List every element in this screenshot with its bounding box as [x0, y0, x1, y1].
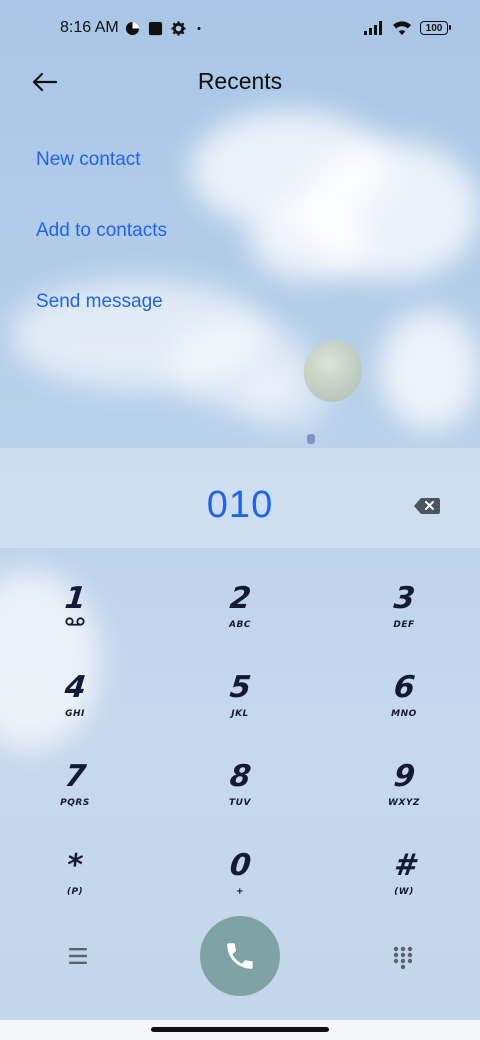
key-digit: * [65, 848, 85, 883]
navigation-bar [0, 1020, 480, 1040]
wifi-icon [393, 21, 411, 35]
send-message-option[interactable]: Send message [36, 270, 167, 341]
battery-level: 100 [425, 22, 443, 34]
key-6[interactable]: 6 MNO [344, 670, 464, 751]
key-7[interactable]: 7 PQRS [15, 759, 135, 840]
key-letters: PQRS [60, 798, 90, 808]
signal-icon [364, 21, 382, 35]
key-letters: JKL [231, 709, 249, 719]
recents-menu: New contact Add to contacts Send message [36, 128, 167, 341]
key-digit: 6 [391, 670, 417, 705]
dialpad-icon[interactable] [392, 945, 414, 971]
status-time: 8:16 AM [60, 19, 119, 36]
key-letters: WXYZ [388, 798, 420, 808]
dot-icon [197, 26, 201, 30]
key-letters: (P) [66, 887, 84, 897]
key-letters: MNO [391, 709, 417, 719]
call-button[interactable] [200, 916, 280, 996]
key-digit: 1 [62, 581, 88, 616]
key-digit: 2 [227, 581, 253, 616]
menu-icon[interactable] [66, 945, 90, 967]
key-digit: 4 [62, 670, 88, 705]
key-digit: 7 [62, 759, 88, 794]
key-letters: ABC [229, 620, 251, 630]
key-letters: TUV [229, 798, 251, 808]
key-8[interactable]: 8 TUV [180, 759, 300, 840]
key-letters: + [235, 887, 245, 897]
key-letters: GHI [65, 709, 85, 719]
battery-icon: 100 [420, 21, 451, 35]
data-saver-icon [125, 21, 139, 35]
voicemail-icon [65, 617, 85, 626]
add-to-contacts-option[interactable]: Add to contacts [36, 199, 167, 270]
key-digit: 5 [227, 670, 253, 705]
key-2[interactable]: 2 ABC [180, 581, 300, 662]
key-4[interactable]: 4 GHI [15, 670, 135, 751]
backspace-icon[interactable] [414, 497, 440, 515]
settings-icon [171, 20, 186, 36]
back-button[interactable] [28, 66, 60, 98]
key-1[interactable]: 1 [15, 581, 135, 662]
parachute-image [295, 332, 371, 410]
key-digit: 0 [227, 848, 253, 883]
page-title: Recents [197, 67, 283, 94]
key-5[interactable]: 5 JKL [180, 670, 300, 751]
key-digit: 9 [391, 759, 417, 794]
new-contact-option[interactable]: New contact [36, 128, 167, 199]
home-indicator[interactable] [151, 1027, 329, 1032]
status-bar: 8:16 AM 100 [0, 0, 480, 56]
square-icon [148, 21, 162, 35]
key-letters: (W) [394, 887, 414, 897]
back-arrow-icon [32, 72, 57, 92]
phone-icon [227, 943, 253, 969]
key-digit: # [391, 848, 417, 883]
key-letters: DEF [393, 620, 415, 630]
dialer-action-bar [0, 915, 480, 997]
key-digit: 3 [391, 581, 417, 616]
key-digit: 8 [227, 759, 253, 794]
dialed-number[interactable]: 010 [0, 484, 480, 527]
key-3[interactable]: 3 DEF [344, 581, 464, 662]
app-header: Recents [0, 56, 480, 106]
key-9[interactable]: 9 WXYZ [344, 759, 464, 840]
